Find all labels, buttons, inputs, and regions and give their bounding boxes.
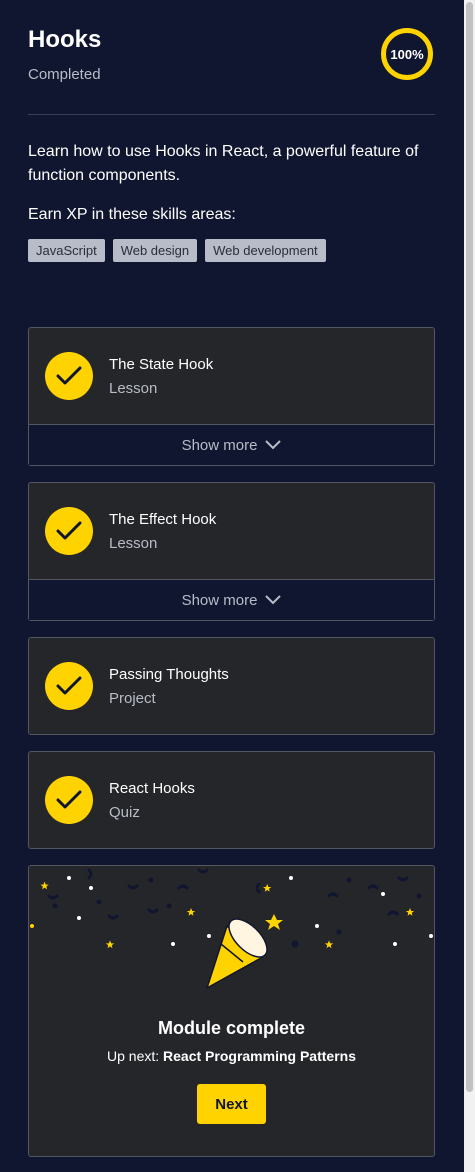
module-description: Learn how to use Hooks in React, a power…	[28, 143, 419, 184]
progress-label: 100%	[390, 46, 424, 62]
lesson-type: Lesson	[109, 535, 158, 552]
quiz-type: Quiz	[109, 804, 140, 821]
module-complete-title: Module complete	[157, 1018, 305, 1038]
show-more-label: Show more	[181, 436, 258, 454]
project-card[interactable]: Passing Thoughts Project	[28, 637, 435, 735]
scrollbar-thumb[interactable]	[466, 2, 473, 1092]
show-more-label: Show more	[181, 591, 258, 609]
up-next-module: React Programming Patterns	[163, 1048, 356, 1064]
module-title: Hooks	[28, 26, 102, 53]
skill-tag: JavaScript	[28, 239, 105, 262]
lesson-card[interactable]: The State Hook Lesson Show more	[28, 327, 435, 466]
lesson-title: The State Hook	[109, 356, 214, 373]
chevron-down-icon	[265, 595, 282, 605]
party-popper-icon	[206, 918, 268, 989]
confetti-illustration	[30, 868, 433, 989]
project-row[interactable]: Passing Thoughts Project	[29, 638, 434, 734]
project-type: Project	[109, 690, 156, 707]
lesson-title: The Effect Hook	[109, 511, 217, 528]
skill-tag: Web design	[112, 239, 198, 262]
progress-ring: 100%	[381, 28, 433, 80]
project-title: Passing Thoughts	[109, 666, 229, 683]
scrollbar[interactable]	[464, 0, 475, 1172]
check-icon	[45, 662, 93, 710]
module-complete-card: Module complete Up next: React Programmi…	[28, 865, 435, 1157]
lesson-card[interactable]: The Effect Hook Lesson Show more	[28, 482, 435, 621]
chevron-down-icon	[265, 440, 282, 450]
skills-heading: Earn XP in these skills areas:	[28, 206, 236, 223]
quiz-title: React Hooks	[109, 780, 195, 797]
lesson-type: Lesson	[109, 380, 158, 397]
show-more-button[interactable]: Show more	[29, 424, 434, 465]
lesson-row[interactable]: The Effect Hook Lesson	[29, 483, 434, 579]
up-next-label: Up next:	[107, 1048, 164, 1064]
skill-tag: Web development	[205, 239, 326, 262]
check-icon	[45, 776, 93, 824]
up-next-text: Up next: React Programming Patterns	[29, 1048, 434, 1064]
check-icon	[45, 507, 93, 555]
quiz-card[interactable]: React Hooks Quiz	[28, 751, 435, 849]
quiz-row[interactable]: React Hooks Quiz	[29, 752, 434, 848]
check-icon	[45, 352, 93, 400]
lesson-row[interactable]: The State Hook Lesson	[29, 328, 434, 424]
next-button[interactable]: Next	[197, 1084, 266, 1124]
module-header: Hooks Completed 100%	[28, 24, 435, 115]
skill-tags: JavaScript Web design Web development	[28, 239, 326, 262]
module-status: Completed	[28, 66, 101, 83]
show-more-button[interactable]: Show more	[29, 579, 434, 620]
